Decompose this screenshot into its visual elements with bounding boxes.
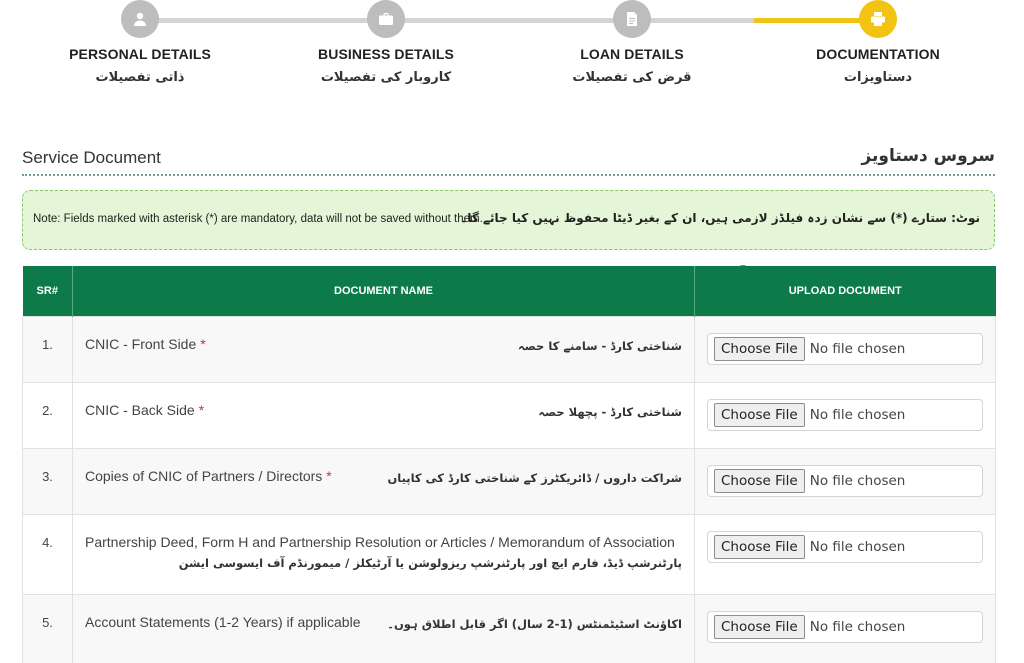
choose-file-button[interactable]: Choose File <box>714 468 805 493</box>
file-status: No file chosen <box>809 618 906 635</box>
mandatory-note: Note: Fields marked with asterisk (*) ar… <box>22 190 995 250</box>
row-document-name: CNIC - Back Side * شناختی کارڈ - پچھلا حص… <box>72 381 695 449</box>
step-personal-details[interactable]: PERSONAL DETAILS ذاتی تفصیلات <box>40 0 240 85</box>
document-icon <box>627 12 637 26</box>
file-input[interactable]: Choose File No file chosen <box>707 398 983 431</box>
file-input[interactable]: Choose File No file chosen <box>707 332 983 365</box>
user-icon <box>134 12 146 26</box>
row-upload: Choose File No file chosen <box>694 513 996 595</box>
file-input[interactable]: Choose File No file chosen <box>707 610 983 643</box>
document-name-ur: شناختی کارڈ - پچھلا حصہ <box>538 404 682 419</box>
step-label-ur: دستاویزات <box>843 70 913 85</box>
step-label-ur: قرض کی تفصیلات <box>572 70 692 85</box>
section-title-en: Service Document <box>22 148 161 167</box>
section-title-ur: سروس دستاویز <box>861 146 995 166</box>
header-upload-document: UPLOAD DOCUMENT <box>694 266 996 316</box>
table-row: 2. CNIC - Back Side * شناختی کارڈ - پچھلا… <box>22 381 996 449</box>
document-name-en: CNIC - Back Side <box>85 401 195 418</box>
row-upload: Choose File No file chosen <box>694 315 996 383</box>
note-text-en: Note: Fields marked with asterisk (*) ar… <box>33 213 483 225</box>
step-circle <box>121 0 159 38</box>
table-row: 4. Partnership Deed, Form H and Partners… <box>22 513 996 595</box>
step-circle <box>613 0 651 38</box>
row-document-name: CNIC - Front Side * شناختی کارڈ - سامنے ک… <box>72 315 695 383</box>
step-label-ur: کاروبار کی تفصیلات <box>320 70 452 85</box>
row-sr: 2. <box>22 381 73 449</box>
documents-table: SR# DOCUMENT NAME UPLOAD DOCUMENT 1. CNI… <box>22 266 996 663</box>
progress-stepper: PERSONAL DETAILS ذاتی تفصیلات BUSINESS D… <box>0 0 1024 120</box>
row-upload: Choose File No file chosen <box>694 593 996 663</box>
choose-file-button[interactable]: Choose File <box>714 336 805 361</box>
row-upload: Choose File No file chosen <box>694 447 996 515</box>
table-header-row: SR# DOCUMENT NAME UPLOAD DOCUMENT <box>22 266 996 316</box>
choose-file-button[interactable]: Choose File <box>714 534 805 559</box>
document-name-en: Copies of CNIC of Partners / Directors <box>85 467 323 484</box>
row-sr: 3. <box>22 447 73 515</box>
row-sr: 4. <box>22 513 73 595</box>
file-input[interactable]: Choose File No file chosen <box>707 464 983 497</box>
step-business-details[interactable]: BUSINESS DETAILS کاروبار کی تفصیلات <box>286 0 486 85</box>
row-document-name: Copies of CNIC of Partners / Directors * … <box>72 447 695 515</box>
file-status: No file chosen <box>809 538 906 555</box>
file-status: No file chosen <box>809 472 906 489</box>
step-loan-details[interactable]: LOAN DETAILS قرض کی تفصیلات <box>532 0 732 85</box>
choose-file-button[interactable]: Choose File <box>714 614 805 639</box>
required-asterisk: * <box>198 401 205 418</box>
step-label-en: BUSINESS DETAILS <box>318 46 454 62</box>
step-circle <box>367 0 405 38</box>
row-document-name: Account Statements (1-2 Years) if applic… <box>72 593 695 663</box>
file-status: No file chosen <box>809 406 906 423</box>
briefcase-icon <box>379 13 393 25</box>
row-upload: Choose File No file chosen <box>694 381 996 449</box>
required-asterisk: * <box>200 335 206 352</box>
row-document-name: Partnership Deed, Form H and Partnership… <box>72 513 695 595</box>
choose-file-button[interactable]: Choose File <box>714 402 805 427</box>
section-header: Service Document سروس دستاویز <box>22 146 995 176</box>
file-status: No file chosen <box>809 340 906 357</box>
printer-icon <box>871 12 885 26</box>
document-name-ur: اکاؤنٹ اسٹیٹمنٹس (1-2 سال) اگر قابل اطلا… <box>387 616 682 631</box>
step-label-ur: ذاتی تفصیلات <box>95 70 185 85</box>
table-row: 5. Account Statements (1-2 Years) if app… <box>22 593 996 663</box>
document-name-en: Partnership Deed, Form H and Partnership… <box>85 533 675 550</box>
table-row: 3. Copies of CNIC of Partners / Director… <box>22 447 996 515</box>
document-name-ur: شراکت داروں / ڈائریکٹرز کے شناختی کارڈ ک… <box>387 470 682 485</box>
document-name-en: CNIC - Front Side <box>85 335 197 352</box>
row-sr: 5. <box>22 593 73 663</box>
required-asterisk: * <box>326 467 332 484</box>
row-sr: 1. <box>22 315 73 383</box>
note-text-ur: نوٹ: ستارے (*) سے نشان زدہ فیلڈز لازمی ہ… <box>460 211 980 225</box>
step-documentation[interactable]: DOCUMENTATION دستاویزات <box>778 0 978 85</box>
step-label-en: LOAN DETAILS <box>580 46 684 62</box>
file-input[interactable]: Choose File No file chosen <box>707 530 983 563</box>
table-row: 1. CNIC - Front Side * شناختی کارڈ - سامن… <box>22 315 996 383</box>
header-sr: SR# <box>22 266 73 316</box>
document-name-ur: پارٹنرشپ ڈیڈ، فارم ایچ اور پارٹنرشپ ریزو… <box>178 555 682 570</box>
document-name-ur: شناختی کارڈ - سامنے کا حصہ <box>517 338 682 353</box>
step-circle-active <box>859 0 897 38</box>
header-document-name: DOCUMENT NAME <box>72 266 695 316</box>
step-label-en: DOCUMENTATION <box>816 46 940 62</box>
step-label-en: PERSONAL DETAILS <box>69 46 211 62</box>
